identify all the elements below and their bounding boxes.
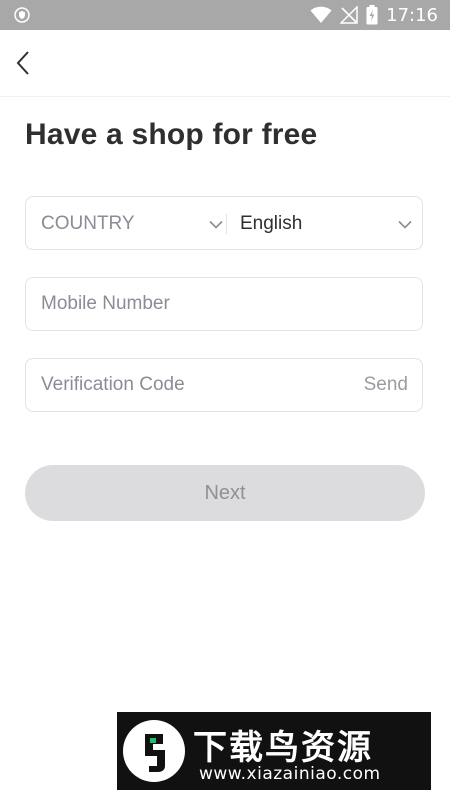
- send-code-button[interactable]: Send: [364, 359, 408, 411]
- status-bar: 17:16: [0, 0, 450, 30]
- back-button[interactable]: [6, 46, 40, 80]
- language-select[interactable]: English: [240, 197, 412, 251]
- watermark-title: 下载鸟资源: [193, 728, 373, 768]
- status-time: 17:16: [386, 4, 438, 26]
- language-select-value: English: [240, 213, 303, 234]
- bird-logo-icon: [123, 720, 185, 782]
- wifi-icon: [310, 6, 332, 24]
- shield-icon: [14, 7, 30, 23]
- mobile-number-input[interactable]: [41, 278, 406, 330]
- mobile-number-field: [25, 277, 423, 331]
- app-bar: [0, 30, 450, 97]
- battery-charging-icon: [366, 5, 378, 25]
- verification-code-input[interactable]: [41, 359, 341, 411]
- country-language-field: COUNTRY English: [25, 196, 423, 250]
- no-signal-icon: [340, 6, 358, 24]
- select-divider: [226, 214, 227, 234]
- chevron-left-icon: [16, 51, 29, 75]
- watermark-banner: 下载鸟资源 www.xiazainiao.com: [117, 712, 431, 790]
- page-title: Have a shop for free: [25, 118, 318, 151]
- next-button[interactable]: Next: [25, 465, 425, 521]
- chevron-down-icon: [398, 220, 412, 229]
- verification-code-field: Send: [25, 358, 423, 412]
- country-select-label: COUNTRY: [41, 213, 135, 234]
- watermark-url: www.xiazainiao.com: [199, 764, 381, 784]
- chevron-down-icon: [209, 220, 223, 229]
- country-select[interactable]: COUNTRY: [41, 197, 223, 251]
